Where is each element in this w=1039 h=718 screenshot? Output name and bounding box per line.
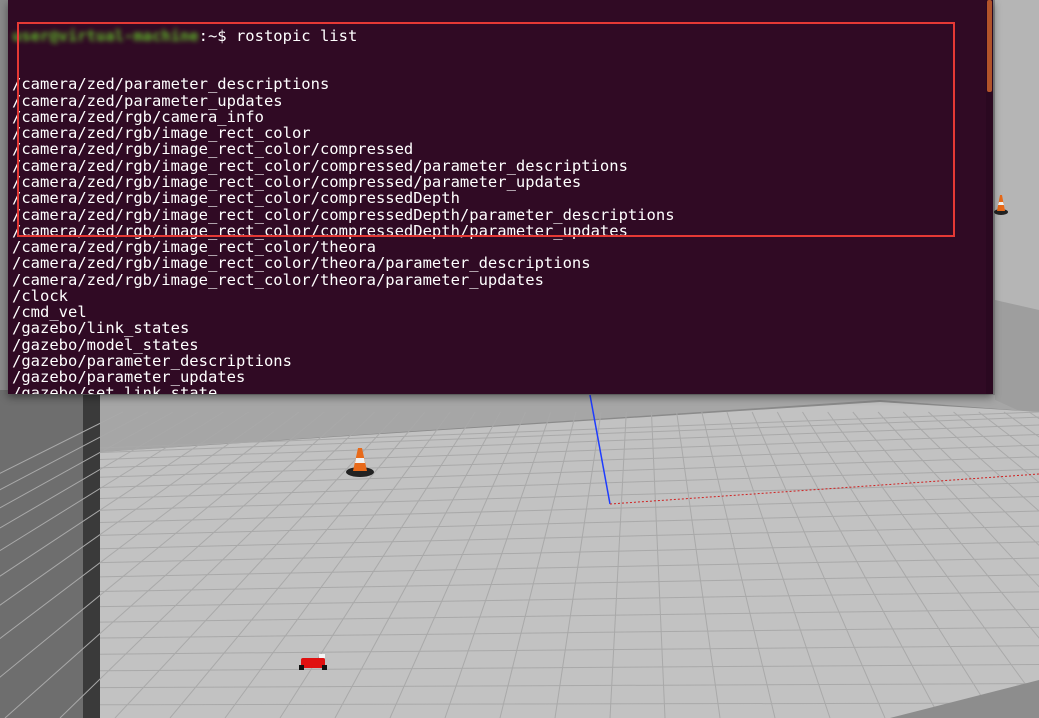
topic-line: /camera/zed/rgb/image_rect_color/theora <box>12 238 376 257</box>
ground-plane <box>100 402 1039 718</box>
topic-line: /gazebo/parameter_updates <box>12 368 246 387</box>
terminal-scrollbar[interactable] <box>986 0 993 394</box>
right-wall-shade <box>995 300 1039 420</box>
left-wall-face <box>83 395 100 718</box>
scrollbar-thumb[interactable] <box>987 0 992 92</box>
topic-line: /gazebo/model_states <box>12 335 199 354</box>
topic-line: /camera/zed/rgb/image_rect_color/theora/… <box>12 254 591 273</box>
topic-line: /cmd_vel <box>12 303 87 322</box>
highlight-box <box>17 22 955 237</box>
topic-line: /camera/zed/rgb/image_rect_color/theora/… <box>12 270 544 289</box>
topic-line: /gazebo/set_link_state <box>12 384 218 394</box>
topic-line: /clock <box>12 286 68 305</box>
topic-line: /gazebo/link_states <box>12 319 190 338</box>
topic-line: /gazebo/parameter_descriptions <box>12 351 292 370</box>
terminal-window[interactable]: user@virtual-machine:~$ rostopic list /c… <box>8 0 993 394</box>
